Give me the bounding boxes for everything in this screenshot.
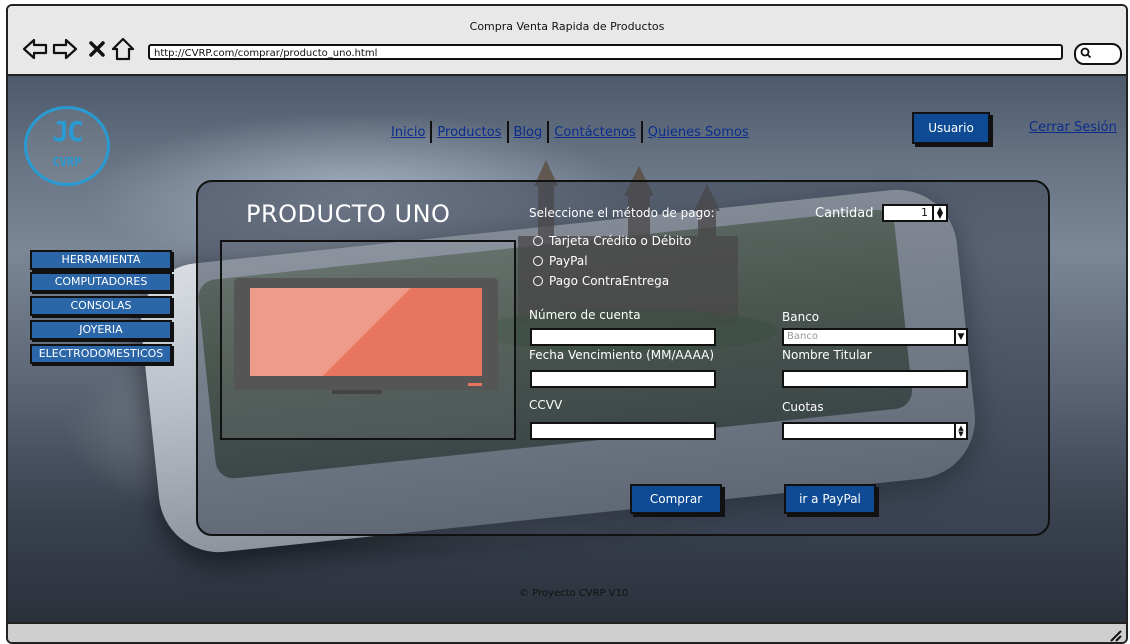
installments-label: Cuotas [782,400,824,414]
expiry-date-label: Fecha Vencimiento (MM/AAAA) [529,348,715,362]
category-joyeria[interactable]: JOYERIA [30,320,172,340]
radio-circle-icon [533,236,543,246]
radio-circle-icon [533,276,543,286]
cvrp-logo[interactable]: JC CVRP [24,106,110,186]
product-title: PRODUCTO UNO [246,200,451,228]
card-holder-label: Nombre Titular [782,348,872,362]
radio-option-cash[interactable]: Pago ContraEntrega [533,274,669,288]
nav-link-quienes-somos[interactable]: Quienes Somos [643,125,754,140]
bank-select-value: Banco [787,331,818,342]
nav-link-contactenos[interactable]: Contáctenos [549,125,641,140]
page-viewport: JC CVRP Inicio Productos Blog Contácteno… [8,76,1126,622]
buy-button[interactable]: Comprar [630,484,722,514]
stepper-arrows-icon[interactable]: ▲ ▼ [954,422,968,440]
nav-link-inicio[interactable]: Inicio [386,125,430,140]
resize-grip-icon[interactable] [1108,628,1122,642]
installments-select[interactable]: ▲ ▼ [782,422,968,440]
expiry-date-input[interactable] [530,370,716,388]
card-holder-input[interactable] [782,370,968,388]
category-herramienta[interactable]: HERRAMIENTA [30,250,172,270]
browser-toolbar: Compra Venta Rapida de Productos http://… [8,6,1126,76]
quantity-stepper[interactable]: 1 ▲ ▼ [882,204,948,222]
back-icon[interactable] [22,36,48,62]
cvv-input[interactable] [530,422,716,440]
radio-label: Tarjeta Crédito o Débito [549,234,692,248]
radio-option-card[interactable]: Tarjeta Crédito o Débito [533,234,691,248]
account-number-label: Número de cuenta [529,308,641,322]
main-navigation: Inicio Productos Blog Contáctenos Quiene… [386,121,754,143]
bank-select[interactable]: Banco ▼ [782,328,968,346]
stepper-arrows-icon[interactable]: ▲ ▼ [932,204,948,222]
logo-name: CVRP [52,155,82,169]
url-input[interactable]: http://CVRP.com/comprar/producto_uno.htm… [148,44,1063,60]
bank-label: Banco [782,310,820,324]
radio-circle-icon [533,256,543,266]
payment-method-prompt: Seleccione el método de pago: [529,206,715,220]
category-consolas[interactable]: CONSOLAS [30,296,172,316]
search-button[interactable] [1074,43,1122,65]
browser-window: Compra Venta Rapida de Productos http://… [6,4,1128,644]
cvv-label: CCVV [529,398,563,412]
quantity-label: Cantidad [815,206,874,221]
radio-label: PayPal [549,254,588,268]
chevron-down-icon[interactable]: ▼ [954,328,968,346]
logo-monogram: JC [52,115,84,148]
copyright-text: © Proyecto CVRP V10 [519,588,629,599]
close-icon[interactable] [84,36,110,62]
logout-link[interactable]: Cerrar Sesión [1029,120,1117,135]
nav-link-productos[interactable]: Productos [432,125,506,140]
nav-link-blog[interactable]: Blog [509,125,548,140]
radio-label: Pago ContraEntrega [549,274,670,288]
quantity-value: 1 [921,206,928,219]
status-bar [8,622,1126,642]
paypal-button[interactable]: ir a PayPal [784,484,876,514]
forward-icon[interactable] [52,36,78,62]
purchase-panel: PRODUCTO UNO Seleccione el método de pag… [196,180,1050,536]
user-button[interactable]: Usuario [912,112,990,144]
window-title: Compra Venta Rapida de Productos [469,20,665,33]
account-number-input[interactable] [530,328,716,346]
category-computadores[interactable]: COMPUTADORES [30,272,172,292]
monitor-image [234,278,498,390]
search-icon [1080,47,1092,59]
product-image-frame [220,240,516,440]
category-electrodomesticos[interactable]: ELECTRODOMESTICOS [30,344,172,364]
home-icon[interactable] [110,36,136,62]
radio-option-paypal[interactable]: PayPal [533,254,588,268]
